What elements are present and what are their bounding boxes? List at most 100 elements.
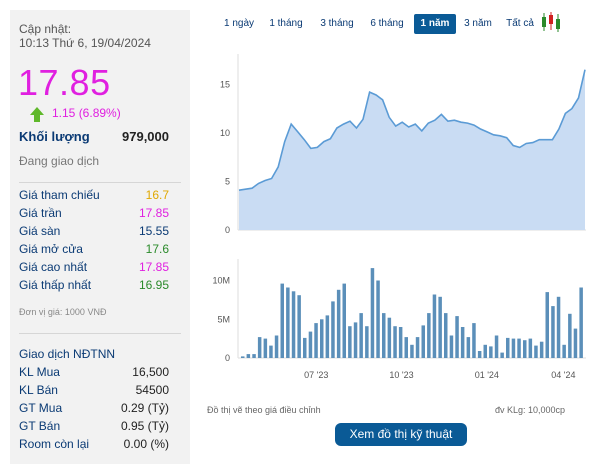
volume-bar [387, 317, 392, 358]
volume-bar [280, 283, 284, 358]
volume-bar [286, 287, 290, 358]
volume-bar [404, 337, 408, 358]
volume-bar [252, 354, 256, 358]
foreign-sell-value-label: GT Bán [19, 419, 61, 433]
open-price-label: Giá mở cửa [19, 242, 83, 256]
foreign-trading-title: Giao dịch NĐTNN [19, 347, 116, 361]
volume-bar [449, 335, 454, 358]
tab-all[interactable]: Tất cả [503, 14, 537, 34]
volume-bar [500, 352, 504, 358]
volume-bar [353, 322, 358, 358]
foreign-sell-value-value: 0.95 (Tỷ) [120, 419, 169, 433]
volume-unit-note: đv KLg: 10,000cp [495, 405, 566, 415]
volume-bar [291, 291, 296, 358]
tab-3-months[interactable]: 3 tháng [314, 14, 360, 34]
volume-bar [331, 301, 335, 358]
volume-bar [415, 337, 420, 358]
volume-bar [393, 326, 397, 358]
foreign-sell-volume-value: 54500 [135, 383, 169, 397]
foreign-buy-volume-value: 16,500 [132, 365, 169, 379]
low-price-label: Giá thấp nhất [19, 278, 92, 292]
volume-bar [263, 338, 268, 358]
volume-bar [297, 295, 301, 358]
volume-bar [438, 296, 442, 358]
volume-bar [320, 319, 324, 359]
updated-time: 10:13 Thứ 6, 19/04/2024 [19, 36, 151, 50]
volume-bar [494, 335, 499, 358]
ceiling-price-label: Giá trần [19, 206, 62, 220]
volume-bar [365, 326, 369, 358]
volume-bar [427, 313, 431, 358]
price-y-tick: 10 [220, 128, 230, 138]
tab-6-months[interactable]: 6 tháng [364, 14, 410, 34]
volume-bar [477, 351, 482, 358]
volume-bar [359, 313, 363, 358]
reference-price-label: Giá tham chiếu [19, 188, 100, 202]
room-remaining-value: 0.00 (%) [123, 437, 169, 451]
quote-panel: Cập nhật: 10:13 Thứ 6, 19/04/2024 17.85 … [10, 10, 190, 464]
volume-bar [444, 313, 448, 358]
volume-bar [506, 337, 510, 358]
x-tick-label: 01 '24 [475, 370, 499, 380]
foreign-buy-value-label: GT Mua [19, 401, 63, 415]
tab-1-month[interactable]: 1 tháng [263, 14, 309, 34]
price-area [239, 69, 585, 230]
view-technical-chart-button[interactable]: Xem đồ thị kỹ thuật [335, 423, 467, 446]
volume-bar [421, 325, 425, 358]
volume-bar [308, 331, 313, 358]
volume-bar [539, 341, 544, 358]
volume-bar [455, 316, 459, 358]
divider [19, 182, 181, 183]
volume-bar [257, 337, 262, 358]
unit-note: Đơn vị giá: 1000 VNĐ [19, 307, 107, 317]
adjusted-price-note: Đồ thị vẽ theo giá điều chỉnh [207, 405, 321, 415]
high-price-value: 17.85 [138, 260, 169, 274]
volume-bar [556, 296, 561, 358]
volume-bar [348, 326, 352, 358]
volume-bar [336, 289, 341, 358]
trading-status: Đang giao dịch [19, 154, 100, 168]
volume-bar [274, 335, 279, 358]
floor-price-value: 15.55 [138, 224, 169, 238]
ceiling-price-value: 17.85 [138, 206, 169, 220]
foreign-buy-value-value: 0.29 (Tỷ) [120, 401, 169, 415]
volume-bar [398, 327, 403, 358]
volume-bar [460, 327, 465, 358]
volume-value: 979,000 [122, 129, 169, 144]
volume-bar [303, 337, 307, 358]
x-tick-label: 04 '24 [551, 370, 575, 380]
volume-y-tick: 5M [217, 314, 230, 324]
high-price-label: Giá cao nhất [19, 260, 88, 274]
volume-bar [382, 313, 386, 358]
current-price: 17.85 [18, 62, 111, 103]
room-remaining-label: Room còn lại [19, 437, 90, 451]
open-price-value: 17.6 [145, 242, 169, 256]
volume-bar [241, 356, 245, 358]
volume-bar [579, 287, 583, 358]
divider [19, 333, 181, 334]
volume-bar [314, 323, 318, 358]
reference-price-value: 16.7 [145, 188, 169, 202]
volume-bar [545, 292, 549, 358]
volume-bar [325, 315, 330, 358]
volume-bar [370, 268, 375, 358]
volume-bar [489, 346, 493, 358]
volume-y-tick: 10M [212, 276, 230, 286]
volume-bar [466, 337, 471, 358]
volume-bar [269, 345, 273, 358]
volume-bar [517, 338, 521, 358]
price-y-tick: 0 [225, 225, 230, 235]
volume-bar [568, 313, 572, 358]
volume-bar [534, 345, 538, 358]
price-y-tick: 5 [225, 176, 230, 186]
tab-1-day[interactable]: 1 ngày [218, 14, 260, 34]
volume-bar [511, 338, 516, 358]
volume-bar [376, 280, 380, 358]
tab-3-years[interactable]: 3 năm [461, 14, 495, 34]
tab-1-year[interactable]: 1 năm [414, 14, 456, 34]
volume-bar [483, 344, 487, 358]
low-price-value: 16.95 [138, 278, 169, 292]
price-volume-chart: 0 5 10 15 0 5M 10M 07 '23 10 '23 01 '24 04 '24 [212, 54, 586, 380]
candlestick-icon[interactable] [541, 11, 561, 33]
x-tick-label: 10 '23 [389, 370, 413, 380]
